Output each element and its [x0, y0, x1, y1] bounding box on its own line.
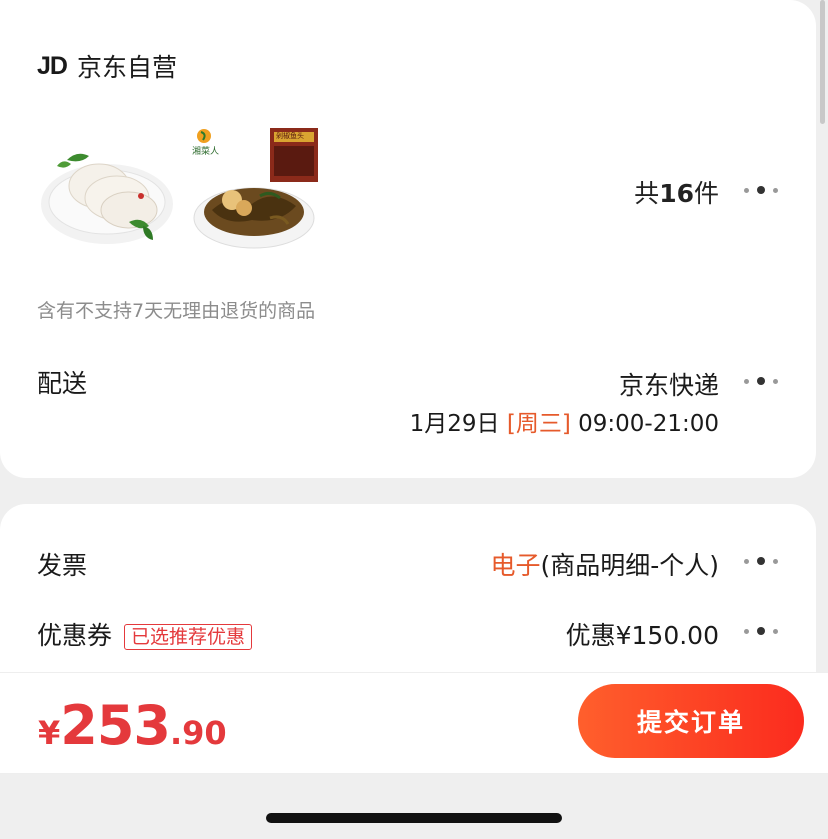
delivery-carrier[interactable]: 京东快递: [619, 366, 719, 402]
shop-name: 京东自营: [76, 53, 177, 82]
total-price: ¥253.90: [38, 694, 227, 757]
invoice-value[interactable]: 电子(商品明细-个人): [490, 546, 719, 582]
product-thumbnail-fish[interactable]: [37, 126, 173, 250]
shop-header: JD 京东自营: [37, 48, 177, 84]
price-decimal: .90: [170, 714, 227, 752]
thumb-brand-text: 湘菜人: [192, 147, 220, 157]
invoice-label: 发票: [37, 551, 88, 580]
coupon-more-icon[interactable]: [744, 627, 778, 635]
delivery-weekday: [周三]: [506, 411, 571, 437]
count-suffix: 件: [693, 179, 719, 208]
delivery-time[interactable]: 1月29日 [周三] 09:00-21:00: [410, 404, 719, 438]
count-value: 16: [659, 179, 694, 208]
delivery-label: 配送: [37, 369, 88, 398]
submit-order-button[interactable]: 提交订单: [578, 684, 804, 758]
home-indicator[interactable]: [266, 813, 562, 823]
return-policy-notice: 含有不支持7天无理由退货的商品: [37, 300, 316, 322]
delivery-more-icon[interactable]: [744, 377, 778, 385]
coupon-row: 优惠券 已选推荐优惠: [37, 616, 253, 652]
product-thumbnail-pickles[interactable]: 湘菜人 剁椒鱼头: [190, 126, 326, 250]
coupon-label: 优惠券: [37, 621, 113, 650]
delivery-time-range: 09:00-21:00: [578, 411, 719, 437]
count-prefix: 共: [634, 179, 660, 208]
scrollbar[interactable]: [820, 0, 825, 124]
price-integer: 253: [60, 694, 171, 757]
currency-symbol: ¥: [38, 714, 61, 752]
order-summary-card: JD 京东自营 湘菜人 剁椒鱼头 共16件 含有不支持7天无理由退货的商品 配送…: [0, 0, 816, 478]
invoice-more-icon[interactable]: [744, 557, 778, 565]
delivery-date: 1月29日: [409, 411, 500, 437]
invoice-type: 电子: [490, 551, 541, 580]
jd-logo-icon: JD: [37, 51, 68, 80]
thumb-pack-text: 剁椒鱼头: [276, 132, 304, 140]
invoice-detail: (商品明细-个人): [540, 551, 719, 580]
coupon-tag-badge: 已选推荐优惠: [124, 624, 253, 650]
coupon-value[interactable]: 优惠¥150.00: [566, 616, 719, 652]
product-count: 共16件: [634, 174, 719, 210]
more-products-icon[interactable]: [744, 186, 778, 194]
